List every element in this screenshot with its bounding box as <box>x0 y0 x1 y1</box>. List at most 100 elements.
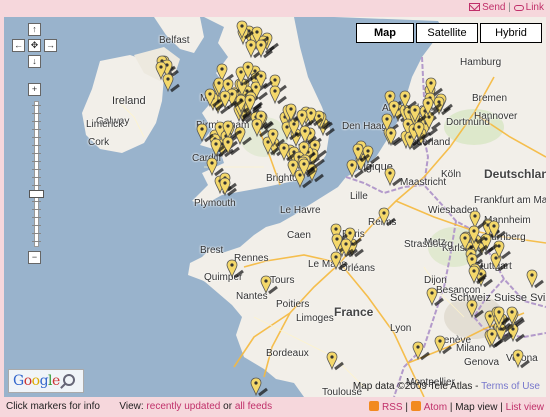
map-marker[interactable] <box>242 61 262 81</box>
map-marker[interactable] <box>244 94 264 114</box>
place-label: Den Haag <box>342 121 388 132</box>
map-marker[interactable] <box>384 167 404 187</box>
rss-link[interactable]: RSS <box>382 402 403 413</box>
map-marker[interactable] <box>330 251 350 271</box>
map-marker[interactable] <box>413 121 433 141</box>
mail-icon[interactable] <box>469 3 481 11</box>
map-marker[interactable] <box>512 349 532 369</box>
separator: | <box>508 2 511 13</box>
map-marker[interactable] <box>219 177 239 197</box>
zoom-tick <box>32 201 41 202</box>
google-logo[interactable]: Google <box>8 369 84 393</box>
map-marker[interactable] <box>466 299 486 319</box>
magnifier-icon <box>63 374 75 386</box>
share-links: Send | Link <box>469 2 544 13</box>
attribution-text: Map data ©2009 Tele Atlas - <box>352 381 479 392</box>
map-marker[interactable] <box>486 328 506 348</box>
map-marker[interactable] <box>250 377 270 397</box>
zoom-in-button[interactable]: + <box>28 83 41 96</box>
place-label: Lyon <box>390 323 412 334</box>
map-marker[interactable] <box>412 341 432 361</box>
map-marker[interactable] <box>255 39 275 59</box>
map-marker[interactable] <box>506 306 526 326</box>
zoom-tick <box>32 161 41 162</box>
zoom-slider[interactable] <box>29 101 44 247</box>
map-marker[interactable] <box>468 225 488 245</box>
all-feeds-link[interactable]: all feeds <box>235 401 272 412</box>
map-marker[interactable] <box>426 287 446 307</box>
pan-down-button[interactable]: ↓ <box>28 55 41 68</box>
zoom-out-button[interactable]: − <box>28 251 41 264</box>
place-label: Deutschland <box>484 167 546 181</box>
list-view-link[interactable]: List view <box>506 402 544 413</box>
zoom-tick <box>32 153 41 154</box>
place-label: Genova <box>464 357 500 368</box>
footer-left: Click markers for info View: recently up… <box>6 401 272 412</box>
place-label: Caen <box>287 230 311 241</box>
rss-icon[interactable] <box>368 401 379 411</box>
map-marker[interactable] <box>196 123 216 143</box>
place-label: Lille <box>350 191 368 202</box>
footer-right: RSS | Atom | Map view | List view <box>368 401 544 413</box>
atom-icon[interactable] <box>410 401 421 411</box>
place-label: Cork <box>88 137 110 148</box>
map-marker[interactable] <box>251 118 271 138</box>
place-label: Bordeaux <box>266 348 309 359</box>
pan-right-button[interactable]: → <box>44 39 57 52</box>
top-bar: Send | Link <box>0 0 550 17</box>
map-marker[interactable] <box>378 207 398 227</box>
map-marker[interactable] <box>346 159 366 179</box>
send-link[interactable]: Send <box>482 2 505 13</box>
pan-up-button[interactable]: ↑ <box>28 23 41 36</box>
map-marker[interactable] <box>468 265 488 285</box>
place-label: Schweiz Suisse Svizzera <box>450 292 546 304</box>
map-marker[interactable] <box>204 88 224 108</box>
zoom-tick <box>32 241 41 242</box>
recenter-button[interactable]: ✥ <box>28 39 41 52</box>
separator: | <box>405 402 408 413</box>
pan-left-button[interactable]: ← <box>12 39 25 52</box>
zoom-tick <box>32 177 41 178</box>
place-label: Belfast <box>159 35 190 46</box>
map-marker[interactable] <box>434 335 454 355</box>
map-type-hybrid-button[interactable]: Hybrid <box>480 23 542 43</box>
map-marker[interactable] <box>422 97 442 117</box>
link-icon[interactable] <box>513 5 524 11</box>
zoom-tick <box>32 145 41 146</box>
map-marker[interactable] <box>326 351 346 371</box>
separator: | <box>449 402 453 413</box>
map-canvas[interactable]: BelfastIrelandGalwayLimerickCorkManchest… <box>4 17 546 397</box>
map-marker[interactable] <box>526 269 546 289</box>
separator: | <box>500 402 503 413</box>
or-text: or <box>223 401 233 412</box>
place-label: Limerick <box>86 119 124 130</box>
map-marker[interactable] <box>260 275 280 295</box>
atom-link[interactable]: Atom <box>424 402 447 413</box>
place-label: Frankfurt am Main <box>474 195 546 206</box>
zoom-tick <box>32 105 41 106</box>
place-label: Hamburg <box>460 57 502 68</box>
zoom-slider-handle[interactable] <box>29 190 44 198</box>
map-marker[interactable] <box>206 157 226 177</box>
map-marker[interactable] <box>488 220 508 240</box>
map-marker[interactable] <box>236 20 256 40</box>
map-type-satellite-button[interactable]: Satellite <box>416 23 478 43</box>
zoom-tick <box>32 225 41 226</box>
link-link[interactable]: Link <box>526 2 544 13</box>
recently-updated-link[interactable]: recently updated <box>146 401 220 412</box>
zoom-tick <box>32 185 41 186</box>
map-marker[interactable] <box>162 73 182 93</box>
map-type-control: Map Satellite Hybrid <box>354 23 542 43</box>
place-label: Poitiers <box>276 299 310 310</box>
map-attribution: Map data ©2009 Tele Atlas - Terms of Use <box>353 381 540 392</box>
place-label: Bremen <box>472 93 508 104</box>
map-type-map-button[interactable]: Map <box>356 23 414 43</box>
place-label: Limoges <box>296 313 334 324</box>
view-label: View: <box>119 401 144 412</box>
place-label: Milano <box>456 343 486 354</box>
terms-of-use-link[interactable]: Terms of Use <box>481 381 540 392</box>
info-text: Click markers for info <box>6 401 100 412</box>
map-marker[interactable] <box>226 259 246 279</box>
place-label: Plymouth <box>194 198 236 209</box>
map-marker[interactable] <box>298 158 318 178</box>
